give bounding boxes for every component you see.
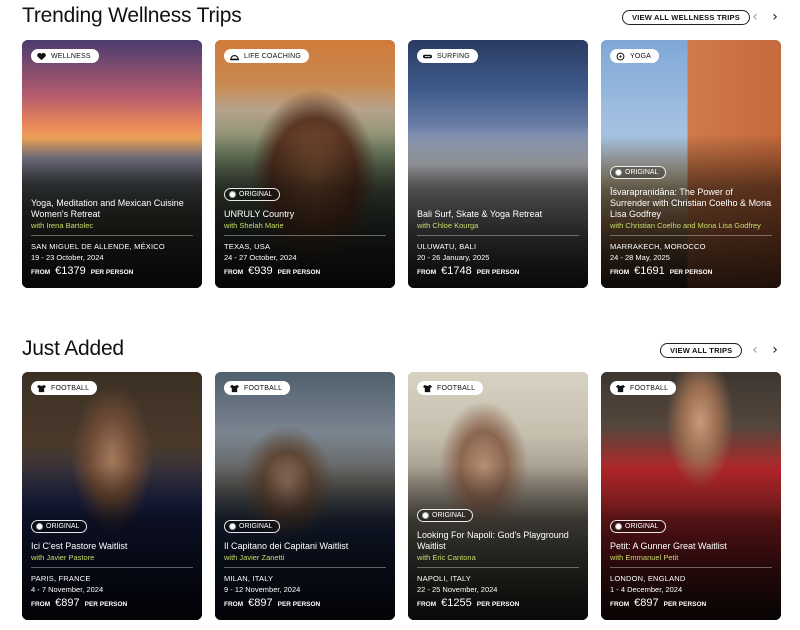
original-icon [615,169,622,176]
trip-card[interactable]: WELLNESS Yoga, Meditation and Mexican Cu… [22,40,202,288]
trip-host: with Emmanuel Petit [610,553,679,562]
original-icon [36,523,43,530]
trip-host: with Chloe Kourga [417,221,479,230]
trip-location: TEXAS, USA [224,242,271,251]
trip-price: FROM €939 PER PERSON [224,265,321,277]
trip-dates: 22 - 25 November, 2024 [417,585,498,594]
section-title: Just Added [22,337,124,360]
sunrise-icon [230,54,239,60]
divider [224,235,386,236]
trip-price: FROM €1379 PER PERSON [31,265,134,277]
category-badge: LIFE COACHING [224,49,310,63]
trip-price: FROM €897 PER PERSON [610,597,707,609]
divider [31,567,193,568]
trip-title: Ici C'est Pastore Waitlist [31,541,128,551]
yoga-icon [616,52,625,60]
trip-title: UNRULY Country [224,209,295,219]
jersey-icon [616,384,625,392]
original-icon [229,523,236,530]
trip-price: FROM €1748 PER PERSON [417,265,520,277]
trip-dates: 19 - 23 October, 2024 [31,253,104,262]
trip-card[interactable]: YOGA ORIGINAL Īśvarapraṇidāna: The Power… [601,40,781,288]
trip-location: NAPOLI, ITALY [417,574,472,583]
trip-host: with Christian Coelho and Mona Lisa Godf… [610,221,761,230]
category-badge: YOGA [610,49,660,63]
trip-host: with Irena Bartolec [31,221,94,230]
trip-location: MARRAKECH, MOROCCO [610,242,706,251]
trip-host: with Shelah Marie [224,221,284,230]
trip-card[interactable]: FOOTBALL ORIGINAL Il Capitano dei Capita… [215,372,395,620]
card-carousel: FOOTBALL ORIGINAL Ici C'est Pastore Wait… [22,372,782,620]
jersey-icon [37,384,46,392]
trip-dates: 24 - 28 May, 2025 [610,253,670,262]
trip-price: FROM €1691 PER PERSON [610,265,713,277]
chevron-right-icon[interactable]: › [768,9,782,25]
category-badge: FOOTBALL [417,381,484,395]
trip-price: FROM €897 PER PERSON [31,597,128,609]
trip-card[interactable]: FOOTBALL ORIGINAL Looking For Napoli: Go… [408,372,588,620]
trip-card[interactable]: LIFE COACHING ORIGINAL UNRULY Country wi… [215,40,395,288]
trip-location: PARIS, FRANCE [31,574,91,583]
trip-card[interactable]: FOOTBALL ORIGINAL Petit: A Gunner Great … [601,372,781,620]
divider [417,235,579,236]
trip-title: Yoga, Meditation and Mexican Cuisine Wom… [31,198,184,219]
original-badge: ORIGINAL [224,188,281,201]
trip-price: FROM €1255 PER PERSON [417,597,520,609]
trip-title: Looking For Napoli: God's Playground Wai… [417,530,569,551]
trip-title: Bali Surf, Skate & Yoga Retreat [417,209,543,219]
trip-host: with Eric Cantona [417,553,476,562]
view-all-trips-button[interactable]: VIEW ALL TRIPS [660,343,743,358]
trip-dates: 24 - 27 October, 2024 [224,253,297,262]
original-badge: ORIGINAL [610,166,667,179]
trip-dates: 1 - 4 December, 2024 [610,585,683,594]
trip-dates: 20 - 26 January, 2025 [417,253,490,262]
chevron-right-icon[interactable]: › [768,342,782,358]
trip-price: FROM €897 PER PERSON [224,597,321,609]
trip-dates: 4 - 7 November, 2024 [31,585,104,594]
jersey-icon [423,384,432,392]
trip-location: ULUWATU, BALI [417,242,477,251]
category-badge: FOOTBALL [31,381,98,395]
trip-host: with Javier Zanetti [224,553,285,562]
divider [31,235,193,236]
divider [610,567,772,568]
trip-location: MILAN, ITALY [224,574,274,583]
original-icon [615,523,622,530]
trip-host: with Javier Pastore [31,553,95,562]
divider [224,567,386,568]
trip-location: SAN MIGUEL DE ALLENDE, MÉXICO [31,242,165,251]
original-icon [422,512,429,519]
original-badge: ORIGINAL [31,520,88,533]
jersey-icon [230,384,239,392]
category-badge: SURFING [417,49,478,63]
trip-title: Īśvarapraṇidāna: The Power of Surrender … [610,187,772,219]
original-badge: ORIGINAL [610,520,667,533]
original-badge: ORIGINAL [417,509,474,522]
view-all-wellness-trips-button[interactable]: VIEW ALL WELLNESS TRIPS [622,10,750,25]
trip-title: Il Capitano dei Capitani Waitlist [224,541,349,551]
divider [417,567,579,568]
trip-card[interactable]: SURFING Bali Surf, Skate & Yoga Retreat … [408,40,588,288]
trip-dates: 9 - 12 November, 2024 [224,585,301,594]
original-badge: ORIGINAL [224,520,281,533]
card-carousel: WELLNESS Yoga, Meditation and Mexican Cu… [22,40,782,288]
chevron-left-icon[interactable]: ‹ [748,9,762,25]
divider [610,235,772,236]
category-badge: FOOTBALL [610,381,677,395]
category-badge: WELLNESS [31,49,99,63]
section-title: Trending Wellness Trips [22,4,242,27]
trip-title: Petit: A Gunner Great Waitlist [610,541,727,551]
surfboard-icon [423,54,432,58]
trip-location: LONDON, ENGLAND [610,574,686,583]
heart-icon [37,52,46,60]
category-badge: FOOTBALL [224,381,291,395]
original-icon [229,191,236,198]
chevron-left-icon[interactable]: ‹ [748,342,762,358]
trip-card[interactable]: FOOTBALL ORIGINAL Ici C'est Pastore Wait… [22,372,202,620]
